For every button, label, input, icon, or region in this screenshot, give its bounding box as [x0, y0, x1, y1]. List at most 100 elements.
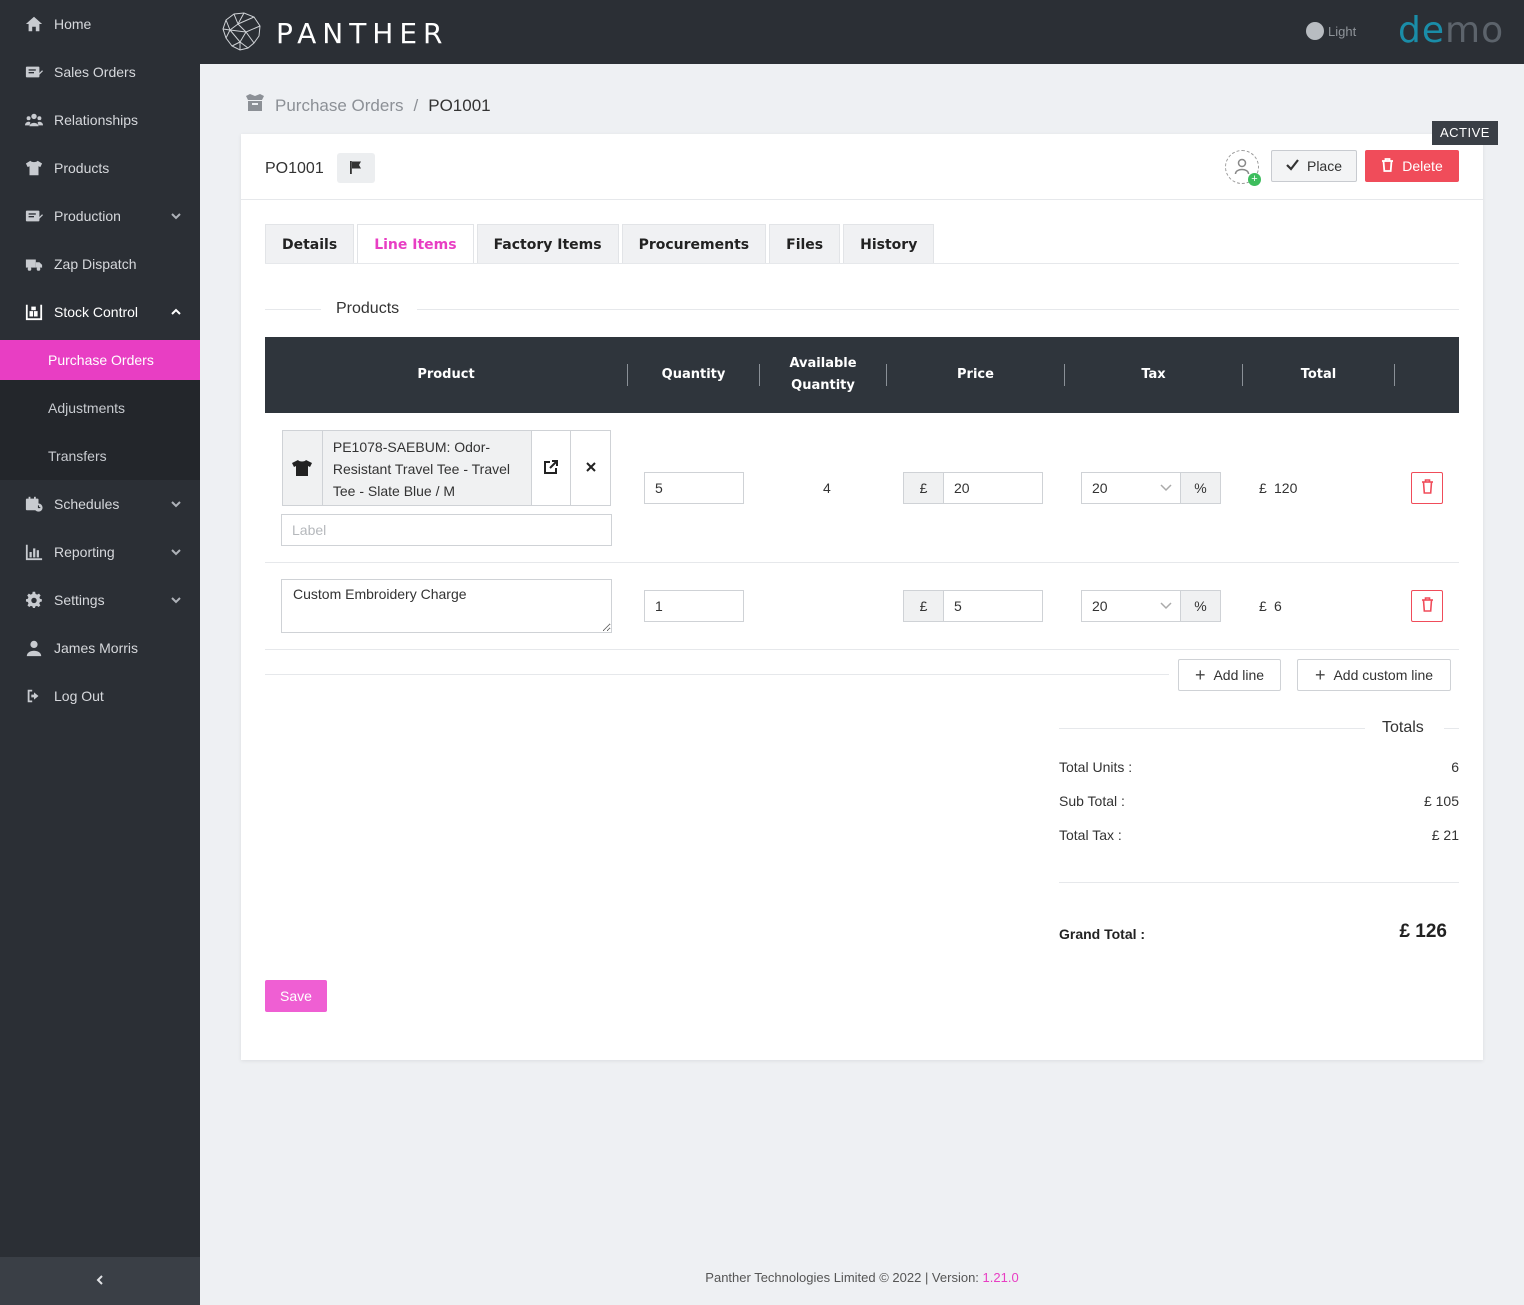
sidebar-item-relationships[interactable]: Relationships — [0, 100, 200, 140]
tab-details[interactable]: Details — [265, 224, 355, 264]
subtotal-value: £ 105 — [1423, 793, 1459, 809]
custom-line-description[interactable] — [281, 579, 612, 633]
topbar: PANTHER Light demo — [200, 0, 1524, 64]
save-button[interactable]: Save — [265, 980, 327, 1012]
flag-icon — [349, 160, 363, 177]
tax-select[interactable]: 20 — [1081, 590, 1181, 622]
delete-label: Delete — [1402, 158, 1443, 174]
line-total-currency: £ — [1259, 598, 1267, 614]
version-link[interactable]: 1.21.0 — [983, 1270, 1019, 1285]
row-divider — [265, 562, 1459, 563]
sidebar-item-stock-control[interactable]: Stock Control — [0, 292, 200, 332]
divider — [1059, 728, 1365, 729]
chevron-down-icon — [170, 593, 182, 605]
tab-line-items[interactable]: Line Items — [357, 224, 474, 264]
panther-head-icon — [220, 10, 264, 57]
sidebar-item-products[interactable]: Products — [0, 148, 200, 188]
sidebar-item-schedules[interactable]: Schedules — [0, 484, 200, 524]
grand-total-value: £ 126 — [1399, 921, 1447, 942]
line-items-table-header: Product Quantity Available Quantity Pric… — [265, 337, 1459, 413]
sidebar-collapse-button[interactable] — [0, 1257, 200, 1305]
sidebar-item-reporting[interactable]: Reporting — [0, 532, 200, 572]
sidebar-subitem-transfers[interactable]: Transfers — [0, 436, 200, 476]
sidebar-subitem-adjustments[interactable]: Adjustments — [0, 388, 200, 428]
sidebar-item-logout[interactable]: Log Out — [0, 676, 200, 716]
panther-logo[interactable]: PANTHER — [220, 10, 449, 57]
sidebar-item-sales-orders[interactable]: Sales Orders — [0, 52, 200, 92]
column-header-quantity: Quantity — [661, 367, 726, 382]
sidebar-item-home[interactable]: Home — [0, 4, 200, 44]
box-icon — [245, 94, 265, 117]
remove-product-button[interactable] — [571, 431, 610, 505]
sidebar-item-settings[interactable]: Settings — [0, 580, 200, 620]
breadcrumb-current: PO1001 — [428, 95, 491, 115]
plus-icon: + — [1194, 665, 1206, 685]
tab-factory-items[interactable]: Factory Items — [476, 224, 619, 264]
breadcrumb-separator: / — [413, 95, 419, 115]
sidebar-item-label: Reporting — [54, 544, 115, 560]
footer-text: Panther Technologies Limited © 2022 | Ve… — [705, 1270, 983, 1285]
subtotal-label: Sub Total : — [1059, 793, 1125, 809]
line-label-input[interactable] — [281, 514, 612, 546]
brand-part-1: de — [1398, 10, 1445, 51]
truck-icon — [24, 254, 44, 274]
assign-user-button[interactable]: + — [1225, 150, 1261, 186]
open-product-button[interactable] — [532, 431, 572, 505]
sidebar-item-label: Relationships — [54, 112, 139, 128]
price-input[interactable]: 5 — [943, 590, 1043, 622]
row-divider — [265, 649, 1459, 650]
quantity-input[interactable]: 5 — [644, 472, 744, 504]
sidebar-item-zap-dispatch[interactable]: Zap Dispatch — [0, 244, 200, 284]
percent-addon: % — [1180, 472, 1221, 504]
delete-button[interactable]: Delete — [1365, 150, 1459, 182]
tabs-divider — [265, 263, 1459, 264]
external-link-icon — [543, 459, 559, 478]
percent-addon: % — [1180, 590, 1221, 622]
sidebar-item-profile[interactable]: James Morris — [0, 628, 200, 668]
trash-icon — [1381, 157, 1402, 175]
user-outline-icon — [1233, 157, 1251, 178]
delete-line-button[interactable] — [1411, 472, 1443, 504]
users-icon — [24, 110, 44, 130]
delete-line-button[interactable] — [1411, 590, 1443, 622]
user-icon — [24, 638, 44, 658]
footer: Panther Technologies Limited © 2022 | Ve… — [200, 1270, 1524, 1285]
quantity-input[interactable]: 1 — [644, 590, 744, 622]
add-line-button[interactable]: + Add line — [1178, 659, 1281, 691]
flag-button[interactable] — [337, 153, 375, 183]
place-button[interactable]: Place — [1271, 150, 1357, 182]
sidebar-item-production[interactable]: Production — [0, 196, 200, 236]
chart-icon — [24, 542, 44, 562]
tab-files[interactable]: Files — [769, 224, 841, 264]
sidebar-subitem-purchase-orders[interactable]: Purchase Orders — [0, 340, 200, 380]
breadcrumb: Purchase Orders / PO1001 — [245, 94, 491, 117]
add-custom-line-label: Add custom line — [1333, 667, 1434, 683]
tab-procurements[interactable]: Procurements — [621, 224, 767, 264]
grand-total-label: Grand Total : — [1059, 926, 1146, 942]
line-total: 120 — [1274, 480, 1298, 496]
logo-text: PANTHER — [276, 17, 449, 50]
column-separator — [1394, 364, 1395, 386]
chevron-down-icon — [170, 209, 182, 221]
product-name: PE1078-SAEBUM: Odor-Resistant Travel Tee… — [322, 431, 533, 505]
sidebar: Home Sales Orders Relationships Products… — [0, 0, 200, 1305]
total-units-value: 6 — [1451, 759, 1459, 775]
total-units-label: Total Units : — [1059, 759, 1133, 775]
chevron-down-icon — [170, 497, 182, 509]
currency-addon: £ — [903, 472, 944, 504]
tshirt-icon — [283, 431, 323, 505]
tax-select[interactable]: 20 — [1081, 472, 1181, 504]
theme-toggle[interactable]: Light — [1306, 22, 1356, 40]
tab-history[interactable]: History — [843, 224, 935, 264]
tshirt-icon — [24, 158, 44, 178]
add-badge-icon: + — [1248, 173, 1261, 186]
add-custom-line-button[interactable]: + Add custom line — [1297, 659, 1451, 691]
page-title: PO1001 — [265, 160, 324, 177]
price-input[interactable]: 20 — [943, 472, 1043, 504]
breadcrumb-purchase-orders[interactable]: Purchase Orders — [275, 96, 404, 116]
sidebar-item-label: Log Out — [54, 688, 104, 704]
divider — [265, 674, 1169, 675]
column-header-total: Total — [1300, 367, 1337, 382]
sidebar-item-label: Settings — [54, 592, 105, 608]
gear-icon — [24, 590, 44, 610]
